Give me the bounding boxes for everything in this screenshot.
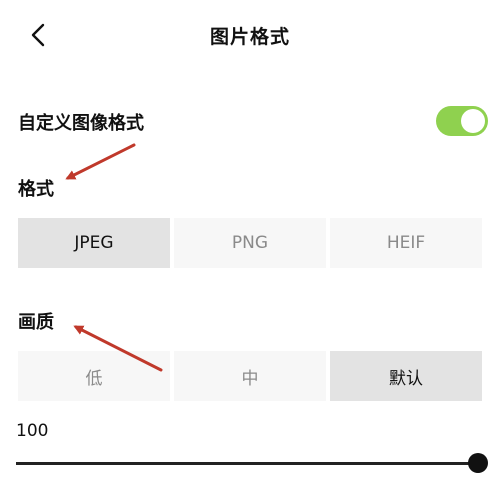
format-selector: JPEG PNG HEIF	[18, 218, 482, 268]
quality-option-low[interactable]: 低	[18, 351, 170, 401]
annotation-arrow-format	[65, 143, 136, 180]
quality-slider-track[interactable]	[16, 462, 478, 465]
quality-value: 100	[16, 421, 49, 441]
quality-slider-thumb[interactable]	[468, 453, 488, 473]
custom-format-row: 自定义图像格式	[18, 106, 488, 136]
header-bar: 图片格式	[0, 0, 500, 70]
custom-format-label: 自定义图像格式	[18, 113, 144, 134]
page-title: 图片格式	[209, 26, 290, 48]
quality-selector: 低 中 默认	[18, 351, 482, 401]
custom-format-toggle[interactable]	[436, 106, 488, 136]
format-section-label: 格式	[18, 179, 54, 200]
toggle-knob	[461, 109, 485, 133]
format-option-png[interactable]: PNG	[174, 218, 326, 268]
format-option-heif[interactable]: HEIF	[330, 218, 482, 268]
format-option-jpeg[interactable]: JPEG	[18, 218, 170, 268]
quality-option-default[interactable]: 默认	[330, 351, 482, 401]
quality-option-medium[interactable]: 中	[174, 351, 326, 401]
quality-section-label: 画质	[18, 312, 54, 333]
